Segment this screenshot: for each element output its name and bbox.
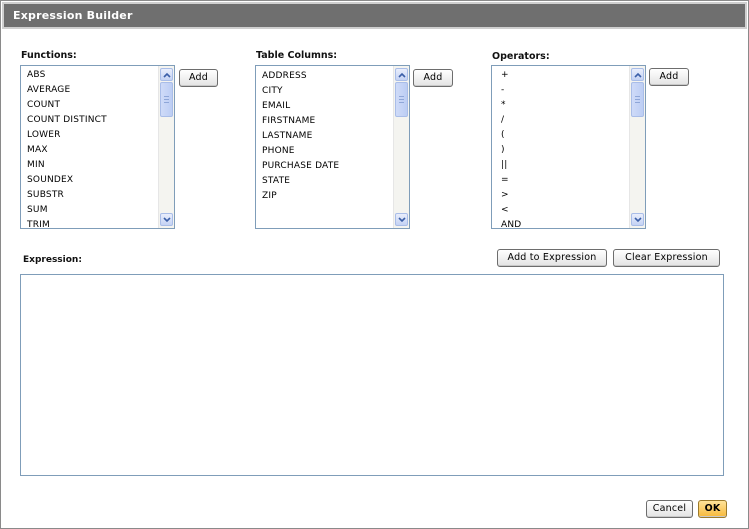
add-to-expression-button[interactable]: Add to Expression [497, 249, 607, 267]
columns-scrollbar[interactable] [393, 66, 409, 228]
expression-box [20, 274, 724, 476]
table-columns-list-item[interactable]: ZIP [262, 189, 339, 204]
operators-list-item[interactable]: / [501, 113, 521, 128]
operators-list-item[interactable]: = [501, 173, 521, 188]
dialog-title: Expression Builder [13, 9, 133, 22]
functions-add-button[interactable]: Add [179, 69, 218, 87]
chevron-up-icon [163, 72, 171, 78]
expression-label: Expression: [23, 255, 82, 265]
functions-listbox[interactable]: ABS AVERAGE COUNT COUNT DISTINCT LOWER MAX MIN… [20, 65, 175, 229]
functions-list-item[interactable]: SUM [27, 203, 107, 218]
functions-label: Functions: [21, 50, 77, 61]
operators-list-item[interactable]: < [501, 203, 521, 218]
operators-list-item[interactable]: || [501, 158, 521, 173]
operators-add-button[interactable]: Add [649, 68, 689, 86]
operators-list: + - * /() || = > < AND [501, 68, 521, 228]
functions-scroll-up-button[interactable] [160, 68, 173, 81]
operators-scrollbar[interactable] [629, 66, 645, 228]
functions-list-item[interactable]: ABS [27, 68, 107, 83]
columns-scroll-down-button[interactable] [395, 213, 408, 226]
table-columns-list-item[interactable]: PURCHASE DATE [262, 159, 339, 174]
clear-expression-button[interactable]: Clear Expression [613, 249, 720, 267]
table-columns-list-item[interactable]: ADDRESS [262, 69, 339, 84]
functions-list-item[interactable]: COUNT DISTINCT [27, 113, 107, 128]
operators-list-item[interactable]: ( [501, 128, 521, 143]
operators-label: Operators: [492, 51, 550, 62]
functions-list: ABS AVERAGE COUNT COUNT DISTINCT LOWER MAX MIN… [27, 68, 107, 228]
ok-button[interactable]: OK [698, 500, 727, 518]
operators-scroll-down-button[interactable] [631, 213, 644, 226]
expression-builder-dialog: Expression Builder Functions: ABS AVERAGE… [0, 0, 749, 529]
title-bar[interactable]: Expression Builder [2, 2, 747, 29]
cancel-button[interactable]: Cancel [646, 500, 693, 518]
table-columns-list-item[interactable]: FIRSTNAME [262, 114, 339, 129]
columns-scroll-up-button[interactable] [395, 68, 408, 81]
operators-listbox[interactable]: + - * /() || = > < AND [491, 65, 646, 229]
functions-scroll-thumb[interactable] [160, 82, 173, 117]
functions-list-item[interactable]: LOWER [27, 128, 107, 143]
operators-list-item[interactable]: > [501, 188, 521, 203]
functions-list-item[interactable]: COUNT [27, 98, 107, 113]
functions-list-item[interactable]: SUBSTR [27, 188, 107, 203]
table-columns-listbox[interactable]: ADDRESS CITY EMAIL FIRSTNAME LASTNAME PHONE PU… [255, 65, 410, 229]
operators-list-item[interactable]: * [501, 98, 521, 113]
functions-scroll-down-button[interactable] [160, 213, 173, 226]
operators-scroll-thumb[interactable] [631, 82, 644, 117]
table-columns-list-item[interactable]: LASTNAME [262, 129, 339, 144]
chevron-down-icon [163, 217, 171, 223]
chevron-down-icon [398, 217, 406, 223]
functions-list-item[interactable]: MAX [27, 143, 107, 158]
functions-list-item[interactable]: MIN [27, 158, 107, 173]
expression-textarea[interactable] [21, 275, 723, 475]
chevron-down-icon [634, 217, 642, 223]
chevron-up-icon [398, 72, 406, 78]
operators-list-item[interactable]: ) [501, 143, 521, 158]
functions-list-item[interactable]: TRIM [27, 218, 107, 228]
table-columns-list-item[interactable]: CITY [262, 84, 339, 99]
chevron-up-icon [634, 72, 642, 78]
operators-list-item[interactable]: + [501, 68, 521, 83]
table-columns-list-item[interactable]: STATE [262, 174, 339, 189]
table-columns-label: Table Columns: [256, 50, 338, 61]
operators-scroll-up-button[interactable] [631, 68, 644, 81]
functions-list-item[interactable]: SOUNDEX [27, 173, 107, 188]
columns-scroll-thumb[interactable] [395, 82, 408, 117]
table-columns-add-button[interactable]: Add [413, 69, 453, 87]
table-columns-list-item[interactable]: PHONE [262, 144, 339, 159]
operators-list-item[interactable]: - [501, 83, 521, 98]
table-columns-list: ADDRESS CITY EMAIL FIRSTNAME LASTNAME PHONE PU… [262, 69, 339, 204]
table-columns-list-item[interactable]: EMAIL [262, 99, 339, 114]
operators-list-item[interactable]: AND [501, 218, 521, 228]
functions-scrollbar[interactable] [158, 66, 174, 228]
functions-list-item[interactable]: AVERAGE [27, 83, 107, 98]
